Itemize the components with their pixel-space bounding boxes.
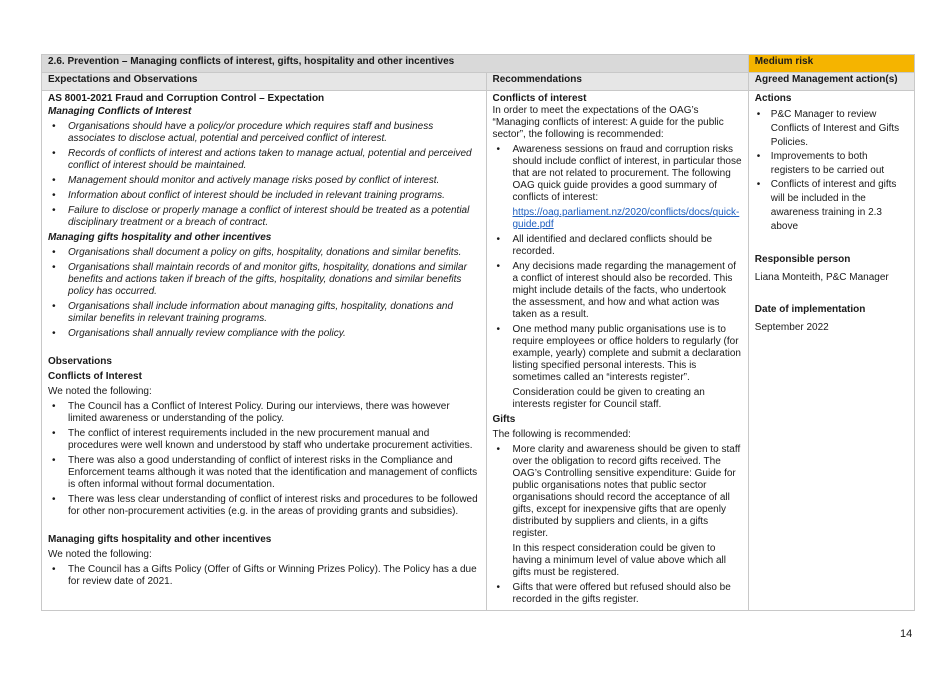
- actions-list: P&C Manager to review Conflicts of Inter…: [755, 108, 908, 234]
- list-item: Gifts that were offered but refused shou…: [493, 582, 742, 606]
- table-body-row: AS 8001-2021 Fraud and Corruption Contro…: [41, 90, 916, 611]
- list-item: More clarity and awareness should be giv…: [493, 444, 742, 579]
- list-item: One method many public organisations use…: [493, 324, 742, 411]
- rec-text: One method many public organisations use…: [512, 324, 741, 383]
- table-title-row: 2.6. Prevention – Managing conflicts of …: [41, 54, 916, 73]
- obs-coi-title: Conflicts of Interest: [48, 371, 142, 382]
- list-item: Organisations shall include information …: [48, 301, 480, 325]
- page-number: 14: [900, 628, 913, 640]
- list-item: The Council has a Gifts Policy (Offer of…: [48, 564, 480, 588]
- column-header-expectations: Expectations and Observations: [41, 72, 487, 91]
- rec-text: In this respect consideration could be g…: [512, 543, 726, 578]
- responsible-person: Liana Monteith, P&C Manager: [754, 272, 889, 283]
- rec-gifts-title: Gifts: [492, 414, 516, 425]
- expectation-title: AS 8001-2021 Fraud and Corruption Contro…: [48, 93, 325, 104]
- column-header-recommendations: Recommendations: [485, 72, 749, 91]
- gifts-expectation-list: Organisations shall document a policy on…: [48, 247, 480, 340]
- rec-coi-title: Conflicts of interest: [492, 93, 587, 104]
- list-item: Failure to disclose or properly manage a…: [48, 205, 480, 229]
- list-item: The conflict of interest requirements in…: [48, 428, 480, 452]
- coi-expectation-list: Organisations should have a policy/or pr…: [48, 121, 480, 229]
- rec-coi-intro: In order to meet the expectations of the…: [492, 105, 724, 140]
- list-item: All identified and declared conflicts sh…: [493, 234, 742, 258]
- section-title: 2.6. Prevention – Managing conflicts of …: [41, 54, 749, 73]
- list-item: Improvements to both registers to be car…: [755, 150, 908, 178]
- list-item: There was also a good understanding of c…: [48, 455, 480, 491]
- list-item: Organisations shall maintain records of …: [48, 262, 480, 298]
- obs-gifts-list: The Council has a Gifts Policy (Offer of…: [48, 564, 480, 588]
- column-header-actions: Agreed Management action(s): [747, 72, 916, 91]
- risk-table: 2.6. Prevention – Managing conflicts of …: [41, 54, 916, 611]
- coi-heading: Managing Conflicts of Interest: [48, 106, 192, 117]
- expectations-cell: AS 8001-2021 Fraud and Corruption Contro…: [41, 90, 487, 611]
- obs-gifts-intro: We noted the following:: [48, 549, 152, 560]
- list-item: Management should monitor and actively m…: [48, 175, 480, 187]
- list-item: Information about conflict of interest s…: [48, 190, 480, 202]
- list-item: Awareness sessions on fraud and corrupti…: [493, 144, 742, 231]
- obs-gifts-title: Managing gifts hospitality and other inc…: [48, 534, 272, 545]
- obs-coi-list: The Council has a Conflict of Interest P…: [48, 401, 480, 518]
- list-item: P&C Manager to review Conflicts of Inter…: [755, 108, 908, 150]
- obs-coi-intro: We noted the following:: [48, 386, 152, 397]
- list-item: There was less clear understanding of co…: [48, 494, 480, 518]
- actions-cell: Actions P&C Manager to review Conflicts …: [747, 90, 916, 611]
- list-item: Conflicts of interest and gifts will be …: [755, 178, 908, 234]
- date-title: Date of implementation: [754, 304, 866, 315]
- rec-gifts-list: More clarity and awareness should be giv…: [493, 444, 742, 606]
- rec-gifts-intro: The following is recommended:: [492, 429, 631, 440]
- list-item: Organisations should have a policy/or pr…: [48, 121, 480, 145]
- oag-guide-link[interactable]: https://oag.parliament.nz/2020/conflicts…: [513, 207, 740, 230]
- list-item: The Council has a Conflict of Interest P…: [48, 401, 480, 425]
- rec-text: Awareness sessions on fraud and corrupti…: [512, 144, 742, 203]
- implementation-date: September 2022: [754, 322, 829, 333]
- list-item: Any decisions made regarding the managem…: [493, 261, 742, 321]
- risk-badge: Medium risk: [747, 54, 916, 73]
- list-item: Records of conflicts of interest and act…: [48, 148, 480, 172]
- observations-title: Observations: [48, 356, 112, 367]
- rec-coi-list: Awareness sessions on fraud and corrupti…: [493, 144, 742, 411]
- list-item: Organisations shall document a policy on…: [48, 247, 480, 259]
- recommendations-cell: Conflicts of interest In order to meet t…: [485, 90, 749, 611]
- actions-title: Actions: [754, 93, 792, 104]
- column-header-row: Expectations and Observations Recommenda…: [41, 72, 916, 91]
- rec-text: More clarity and awareness should be giv…: [512, 444, 741, 539]
- responsible-title: Responsible person: [754, 254, 851, 265]
- list-item: Organisations shall annually review comp…: [48, 328, 480, 340]
- rec-text: Consideration could be given to creating…: [512, 387, 705, 410]
- gifts-heading: Managing gifts hospitality and other inc…: [48, 232, 272, 243]
